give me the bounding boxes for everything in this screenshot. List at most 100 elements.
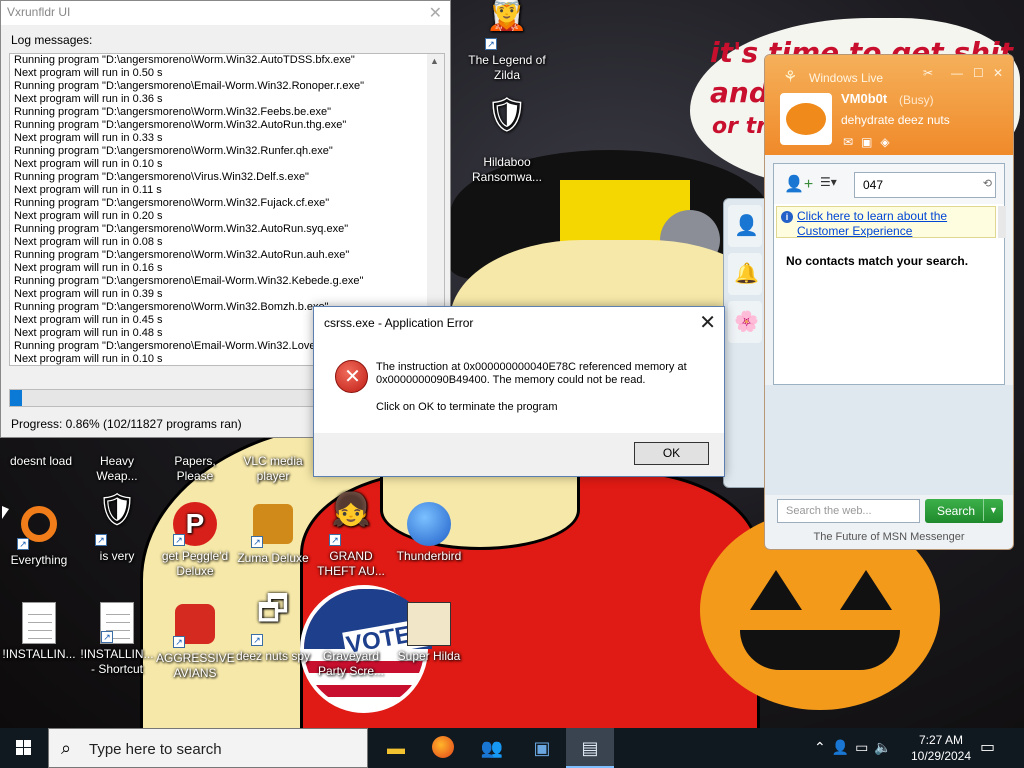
desktop-icon-aggressive-avians[interactable]: ↗ AGGRESSIVE AVIANS — [156, 602, 235, 681]
log-line: Next program will run in 0.10 s — [14, 158, 163, 170]
msn-personal-message[interactable]: dehydrate deez nuts — [841, 113, 950, 127]
pumpkin-eye-left — [750, 570, 802, 610]
desktop-icon-installing[interactable]: !INSTALLIN... — [0, 602, 78, 662]
close-icon[interactable]: ✕ — [993, 66, 1003, 80]
windows-logo-icon — [24, 748, 31, 755]
mail-icon[interactable]: ✉ — [843, 135, 861, 149]
taskbar-clock[interactable]: 7:27 AM 10/29/2024 — [906, 732, 976, 764]
volume-icon[interactable]: 🔈 — [874, 739, 897, 755]
desktop-icon-deez-nuts-spy[interactable]: 🗗 ↗ deez nuts spy — [234, 592, 312, 664]
desktop-icon-vlc[interactable]: VLC media player — [234, 440, 312, 484]
desktop-icon-graveyard-party[interactable]: Graveyard Party Scre... — [312, 602, 390, 679]
windows-live-logo-icon: ⚘ — [783, 69, 798, 86]
scroll-up-arrow-icon[interactable]: ▲ — [430, 56, 439, 66]
no-match-message: No contacts match your search. — [786, 254, 969, 268]
zilda-icon: 🧝 ↗ — [485, 0, 529, 50]
ok-button[interactable]: OK — [634, 442, 709, 465]
msn-toolbar: 👤+ ☰▾ 047 ⟲ — [774, 164, 1004, 204]
desktop-icon-label: !INSTALLIN... — [2, 647, 76, 661]
customer-experience-link[interactable]: Click here to learn about the Customer E… — [797, 209, 977, 239]
desktop-icon-gta[interactable]: 👧 ↗ GRAND THEFT AU... — [312, 493, 390, 579]
log-line: Running program "D:\angersmoreno\Worm.Wi… — [14, 223, 349, 235]
bell-icon: 🔔 — [734, 263, 759, 285]
taskbar-vxrunfldr[interactable]: ▣ — [518, 728, 566, 768]
start-button[interactable] — [0, 728, 48, 768]
desktop-icon-doesnt-load[interactable]: doesnt load — [2, 440, 80, 469]
taskbar-file-explorer[interactable]: ▬ — [372, 728, 420, 768]
taskbar-firefox[interactable] — [420, 728, 468, 768]
msn-tab-spaces[interactable]: 🌸 — [728, 301, 762, 343]
info-bar: i Click here to learn about the Customer… — [776, 206, 996, 238]
desktop-icon-hildaboo[interactable]: 🛡 Hildaboo Ransomwa... — [468, 96, 546, 185]
log-line: Next program will run in 0.33 s — [14, 132, 163, 144]
contact-search-input[interactable]: 047 — [854, 172, 996, 198]
web-search-input[interactable]: Search the web... — [777, 499, 920, 523]
globe-icon[interactable]: ◈ — [880, 135, 897, 149]
search-placeholder: Type here to search — [89, 741, 222, 758]
shield-icon: 🛡 — [485, 96, 529, 134]
desktop-icon-is-very[interactable]: 🛡 ↗ is very — [78, 493, 156, 564]
chevron-down-icon[interactable]: ▼ — [983, 499, 1003, 521]
close-icon[interactable]: ✕ — [429, 3, 442, 23]
chevron-up-icon[interactable]: ⌃ — [814, 739, 832, 755]
folder-icon[interactable]: ▣ — [861, 135, 880, 149]
avatar[interactable] — [780, 93, 832, 145]
character-icon: 👧 ↗ — [329, 493, 373, 546]
msn-side-tabs: 👤 🔔 🌸 — [723, 198, 767, 488]
shortcut-arrow-icon: ↗ — [17, 538, 29, 550]
taskbar-messenger[interactable]: 👥 — [468, 728, 516, 768]
msn-footer: The Future of MSN Messenger — [813, 531, 965, 543]
flower-icon: 🌸 — [734, 311, 759, 333]
msn-username[interactable]: VM0b0t — [841, 91, 887, 106]
desktop-icon-super-hilda[interactable]: Super Hilda — [390, 602, 468, 664]
search-button[interactable]: Search ▼ — [925, 499, 1003, 523]
vx-title-bar[interactable]: Vxrunfldr UI ✕ — [1, 1, 450, 25]
minimize-icon[interactable]: — — [951, 66, 963, 80]
msn-messenger-window[interactable]: ⚘ Windows Live ✂ — ☐ ✕ VM0b0t (Busy) deh… — [764, 54, 1014, 550]
shortcut-arrow-icon: ↗ — [485, 38, 497, 50]
network-icon[interactable]: ▭ — [855, 739, 874, 755]
firefox-icon — [432, 736, 456, 760]
desktop-icon-peggle[interactable]: P ↗ get Peggle'd Deluxe — [156, 502, 234, 579]
info-scrollbar[interactable] — [998, 206, 1006, 238]
clear-search-icon[interactable]: ⟲ — [983, 177, 992, 190]
windows-logo-icon — [16, 740, 23, 747]
taskbar-active-window[interactable]: ▤ — [566, 728, 614, 768]
buddy-icon: 👥 — [480, 738, 504, 758]
maximize-icon[interactable]: ☐ — [973, 66, 984, 80]
desktop-icon-zuma[interactable]: ↗ Zuma Deluxe — [234, 502, 312, 566]
msn-header: ⚘ Windows Live ✂ — ☐ ✕ VM0b0t (Busy) deh… — [765, 55, 1013, 155]
list-sort-icon[interactable]: ☰▾ — [820, 175, 837, 189]
desktop-icon-label: GRAND THEFT AU... — [317, 549, 385, 578]
messenger-tray-icon[interactable]: 👤 — [832, 739, 855, 755]
notification-icon[interactable]: ▭ — [980, 737, 995, 757]
desktop-icon-legend-of-zilda[interactable]: 🧝 ↗ The Legend of Zilda — [468, 0, 546, 83]
msn-tab-contacts[interactable]: 👤 — [728, 205, 762, 247]
msn-tab-alerts[interactable]: 🔔 — [728, 253, 762, 295]
application-error-dialog[interactable]: csrss.exe - Application Error ✕ The inst… — [313, 306, 725, 477]
angry-bird-icon: ↗ — [173, 604, 217, 648]
desktop-icon-label: Heavy Weap... — [96, 454, 138, 483]
document-icon — [22, 602, 56, 644]
desktop-icon-installing-shortcut[interactable]: ↗ !INSTALLIN... - Shortcut — [78, 602, 156, 677]
msn-status[interactable]: (Busy) — [899, 93, 934, 107]
log-line: Running program "D:\angersmoreno\Worm.Wi… — [14, 249, 350, 261]
close-icon[interactable]: ✕ — [699, 310, 716, 335]
log-line: Running program "D:\angersmoreno\Email-W… — [14, 80, 364, 92]
taskbar: ⌕ Type here to search ▬ 👥 ▣ ▤ ⌃👤▭🔈 7:27 … — [0, 728, 1024, 768]
log-line: Running program "D:\angersmoreno\Worm.Wi… — [14, 197, 330, 209]
desktop-icon-everything[interactable]: ↗ Everything — [0, 502, 78, 568]
desktop-icon-papers-please[interactable]: Papers, Please — [156, 440, 234, 484]
msn-menu-icon[interactable]: ✂ — [923, 66, 933, 80]
graveyard-icon — [329, 602, 373, 646]
add-contact-icon[interactable]: 👤+ — [784, 174, 813, 194]
desktop-icon-label: AGGRESSIVE AVIANS — [156, 651, 235, 680]
progress-text: Progress: 0.86% (102/11827 programs ran) — [11, 417, 242, 431]
shortcut-arrow-icon: ↗ — [329, 534, 341, 546]
log-line: Running program "D:\angersmoreno\Worm.Wi… — [14, 119, 347, 131]
pumpkin-mouth — [740, 630, 900, 670]
desktop-icon-label: doesnt load — [9, 454, 73, 468]
desktop-icon-thunderbird[interactable]: Thunderbird — [390, 502, 468, 564]
taskbar-search-box[interactable]: ⌕ Type here to search — [48, 728, 368, 768]
desktop-icon-heavy-weapon[interactable]: Heavy Weap... — [78, 440, 156, 484]
